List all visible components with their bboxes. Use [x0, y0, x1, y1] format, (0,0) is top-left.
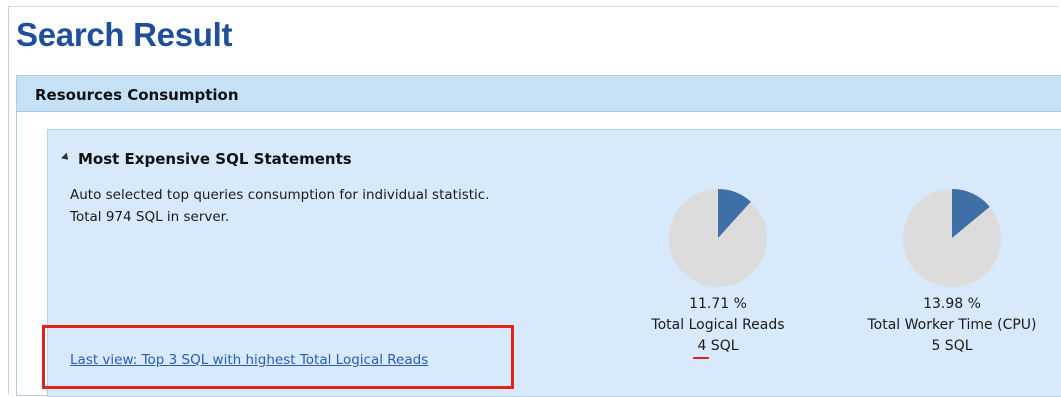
- collapse-triangle-icon[interactable]: [61, 152, 71, 163]
- percent-label: 11.71 %: [689, 296, 747, 312]
- metric-label: Total Logical Reads: [651, 317, 785, 333]
- section-title: Most Expensive SQL Statements: [78, 150, 352, 168]
- logical-reads-pie-chart[interactable]: [668, 188, 768, 288]
- worker-time-pie-chart[interactable]: [902, 188, 1002, 288]
- stat-logical-reads[interactable]: 11.71 % Total Logical Reads 4 SQL: [628, 188, 808, 359]
- description-line-1: Auto selected top queries consumption fo…: [70, 187, 490, 203]
- sql-count-link[interactable]: 4 SQL: [693, 336, 739, 359]
- sql-count-link[interactable]: 5 SQL: [931, 336, 972, 357]
- red-underline-marker: [693, 357, 709, 359]
- panel-header: Resources Consumption: [17, 76, 1061, 112]
- metric-label: Total Worker Time (CPU): [867, 317, 1037, 333]
- sql-count-label: 4 SQL: [697, 338, 739, 354]
- stat-worker-time[interactable]: 13.98 % Total Worker Time (CPU) 5 SQL: [862, 188, 1042, 357]
- percent-label: 13.98 %: [923, 296, 981, 312]
- section-description: Auto selected top queries consumption fo…: [70, 184, 489, 228]
- panel-title: Resources Consumption: [35, 86, 239, 104]
- red-highlight-box: [42, 325, 514, 389]
- page-title: Search Result: [16, 16, 233, 53]
- sql-count-label: 5 SQL: [931, 338, 973, 354]
- description-line-2: Total 974 SQL in server.: [70, 209, 230, 225]
- section-header[interactable]: Most Expensive SQL Statements: [61, 150, 352, 168]
